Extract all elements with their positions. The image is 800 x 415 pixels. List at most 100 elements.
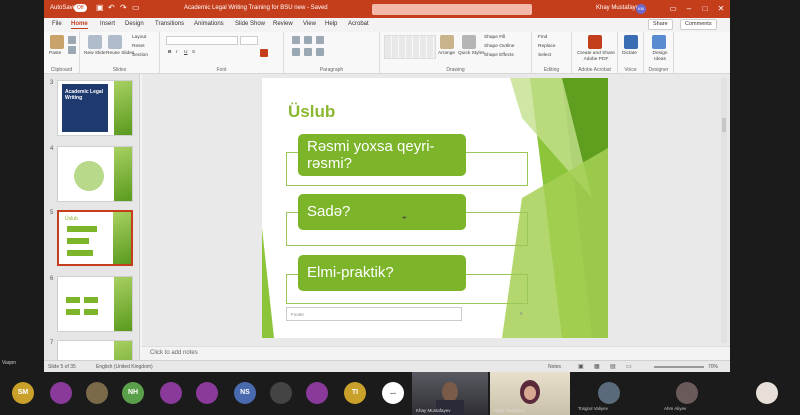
notes-toggle[interactable]: Notes — [548, 364, 561, 370]
share-button[interactable]: Share — [648, 19, 673, 30]
select-button[interactable]: Select — [538, 53, 551, 58]
indent-icon[interactable] — [316, 36, 324, 44]
copy-icon[interactable] — [68, 46, 76, 54]
participant-avatar[interactable] — [676, 382, 698, 404]
bold-icon[interactable]: B — [168, 50, 171, 55]
section-button[interactable]: Section — [132, 53, 148, 58]
drawing-group: Arrange Quick Styles Shape Fill Shape Ou… — [380, 32, 532, 74]
maximize-icon[interactable]: □ — [698, 3, 712, 15]
new-slide-icon[interactable] — [88, 35, 102, 49]
thumb-number: 4 — [50, 146, 54, 152]
save-icon[interactable]: ▣ — [96, 3, 104, 12]
reuse-slides-icon[interactable] — [108, 35, 122, 49]
search-box[interactable] — [372, 4, 532, 15]
italic-icon[interactable]: I — [176, 50, 177, 55]
notes-pane[interactable]: Click to add notes — [142, 346, 730, 359]
participant-avatar[interactable]: NH — [122, 382, 144, 404]
shape-outline-button[interactable]: Shape Outline — [484, 44, 514, 49]
footer-placeholder[interactable]: Footer — [286, 307, 462, 321]
arrange-label: Arrange — [438, 51, 456, 56]
underline-icon[interactable]: U — [184, 50, 187, 55]
reading-view-icon[interactable]: ▤ — [610, 363, 616, 370]
participant-avatar[interactable]: NS — [234, 382, 256, 404]
tab-slide-show[interactable]: Slide Show — [235, 21, 265, 27]
item-pill-1[interactable]: Rəsmi yoxsa qeyri-rəsmi? — [298, 134, 466, 176]
tab-design[interactable]: Design — [125, 21, 144, 27]
participant-video-1[interactable]: Khay Mustafayev — [412, 372, 488, 415]
font-size-select[interactable] — [240, 36, 258, 45]
thumb-number: 5 — [50, 210, 54, 216]
tab-home[interactable]: Home — [71, 21, 88, 29]
tab-help[interactable]: Help — [325, 21, 337, 27]
zoom-level[interactable]: 70% — [708, 364, 718, 370]
shape-effects-button[interactable]: Shape Effects — [484, 53, 514, 58]
design-ideas-icon[interactable] — [652, 35, 666, 49]
align-center-icon[interactable] — [304, 48, 312, 56]
comments-button[interactable]: Comments — [680, 19, 717, 30]
tab-file[interactable]: File — [52, 21, 62, 27]
bullets-icon[interactable] — [292, 36, 300, 44]
slide-title[interactable]: Üslub — [288, 102, 335, 122]
slide-sorter-icon[interactable]: ▦ — [594, 363, 600, 370]
reset-button[interactable]: Reset — [132, 44, 145, 49]
tab-review[interactable]: Review — [273, 21, 293, 27]
slide-thumbnail-7[interactable] — [57, 340, 133, 362]
slide-thumbnail-3[interactable]: Academic Legal Writing — [57, 80, 133, 136]
align-left-icon[interactable] — [292, 48, 300, 56]
participant-avatar[interactable] — [86, 382, 108, 404]
arrange-icon[interactable] — [440, 35, 454, 49]
autosave-toggle[interactable]: Off — [74, 4, 87, 12]
thumb-caption: Üslub — [65, 216, 78, 222]
more-participants-button[interactable]: ... — [382, 382, 404, 404]
present-icon[interactable]: ▭ — [132, 3, 140, 12]
participant-avatar[interactable] — [196, 382, 218, 404]
participant-avatar[interactable] — [160, 382, 182, 404]
quick-styles-icon[interactable] — [462, 35, 476, 49]
find-button[interactable]: Find — [538, 35, 547, 40]
item-pill-3[interactable]: Elmi-praktik? — [298, 255, 466, 291]
undo-icon[interactable]: ↶ — [108, 3, 115, 12]
tab-view[interactable]: View — [303, 21, 316, 27]
editing-group: Find Replace Select Editing — [532, 32, 572, 74]
participant-avatar[interactable]: SM — [12, 382, 34, 404]
paste-icon[interactable] — [50, 35, 64, 49]
participant-avatar[interactable] — [50, 382, 72, 404]
slide-thumbnail-5[interactable]: Üslub — [57, 210, 133, 266]
tab-acrobat[interactable]: Acrobat — [348, 21, 369, 27]
participant-video-2[interactable]: Nigar Namazov — [490, 372, 570, 415]
quick-styles-label: Quick Styles — [458, 51, 485, 56]
redo-icon[interactable]: ↷ — [120, 3, 127, 12]
shadow-icon[interactable]: S — [192, 50, 195, 55]
ribbon-display-icon[interactable]: ▭ — [666, 3, 680, 15]
tab-insert[interactable]: Insert — [100, 21, 115, 27]
user-avatar[interactable]: KM — [636, 4, 646, 14]
pdf-icon[interactable] — [588, 35, 602, 49]
minimize-icon[interactable]: – — [682, 3, 696, 15]
replace-button[interactable]: Replace — [538, 44, 556, 49]
item-pill-2[interactable]: Sadə? — [298, 194, 466, 230]
participant-avatar[interactable]: TI — [344, 382, 366, 404]
cut-icon[interactable] — [68, 36, 76, 44]
participant-avatar[interactable] — [270, 382, 292, 404]
font-name-select[interactable] — [166, 36, 238, 45]
tab-animations[interactable]: Animations — [194, 21, 224, 27]
participant-avatar[interactable] — [598, 382, 620, 404]
tab-transitions[interactable]: Transitions — [155, 21, 184, 27]
numbering-icon[interactable] — [304, 36, 312, 44]
align-right-icon[interactable] — [316, 48, 324, 56]
vertical-scrollbar[interactable] — [721, 78, 727, 343]
close-icon[interactable]: ✕ — [714, 3, 728, 15]
language-indicator[interactable]: English (United Kingdom) — [96, 364, 153, 370]
font-color-icon[interactable] — [260, 49, 268, 57]
shape-fill-button[interactable]: Shape Fill — [484, 35, 505, 40]
microphone-icon[interactable] — [624, 35, 638, 49]
layout-button[interactable]: Layout — [132, 35, 146, 40]
shapes-gallery[interactable] — [384, 35, 436, 59]
slideshow-icon[interactable]: ▭ — [626, 363, 632, 370]
normal-view-icon[interactable]: ▣ — [578, 363, 584, 370]
participant-avatar[interactable] — [306, 382, 328, 404]
slide-thumbnail-4[interactable] — [57, 146, 133, 202]
zoom-slider[interactable] — [654, 366, 704, 368]
slide-thumbnail-6[interactable] — [57, 276, 133, 332]
participant-avatar[interactable] — [756, 382, 778, 404]
